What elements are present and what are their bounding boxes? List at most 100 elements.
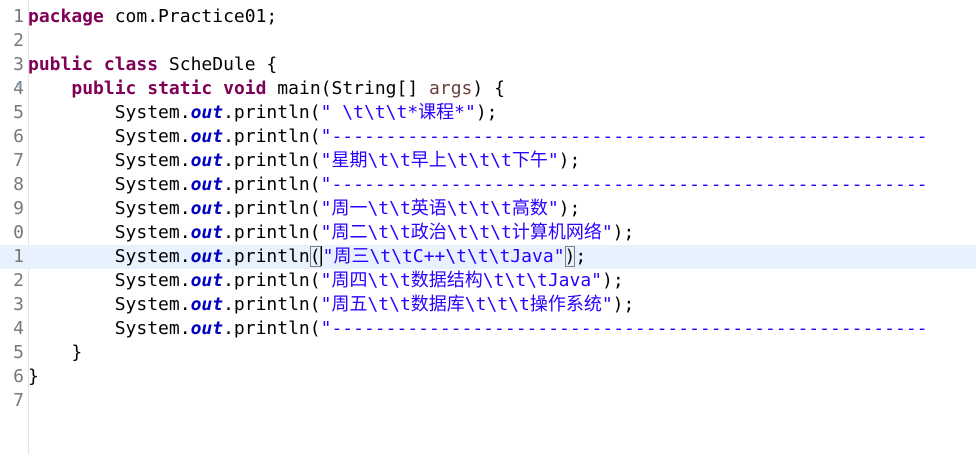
method-signature-end: ) { xyxy=(472,78,505,99)
code-text[interactable]: } xyxy=(28,365,39,389)
line-number: 7 xyxy=(13,150,24,171)
line-number: 1 xyxy=(13,246,24,267)
statement-end: ); xyxy=(602,270,624,291)
println-token: .println( xyxy=(223,318,321,339)
keyword: package xyxy=(28,6,104,27)
string-literal: "周五\t\t数据库\t\t\t操作系统" xyxy=(320,294,613,315)
code-text[interactable]: System.out.println("周一\t\t英语\t\t\t高数"); xyxy=(28,197,581,221)
out-field: out xyxy=(190,318,224,339)
code-line[interactable]: 0 System.out.println("周二\t\t政治\t\t\t计算机网… xyxy=(0,221,976,245)
string-literal: "---------------------------------------… xyxy=(320,318,928,339)
code-text[interactable]: System.out.println("星期\t\t早上\t\t\t下午"); xyxy=(28,149,581,173)
system-token: System. xyxy=(114,270,191,291)
statement-end: ); xyxy=(612,294,635,315)
system-token: System. xyxy=(114,102,191,123)
string-literal: "周一\t\t英语\t\t\t高数" xyxy=(320,198,559,219)
code-line[interactable]: 5 System.out.println(" \t\t\t*课程*"); xyxy=(0,101,976,125)
keyword: public xyxy=(28,54,94,75)
code-text[interactable]: System.out.println("--------------------… xyxy=(28,125,928,149)
line-number: 9 xyxy=(13,198,24,219)
statement-end: ); xyxy=(612,222,635,243)
out-field: out xyxy=(190,102,224,123)
system-token: System. xyxy=(114,126,191,147)
println-token: .println( xyxy=(223,102,321,123)
code-text[interactable]: System.out.println("周五\t\t数据库\t\t\t操作系统"… xyxy=(28,293,635,317)
code-text[interactable]: System.out.println("--------------------… xyxy=(28,173,928,197)
system-token: System. xyxy=(114,246,191,267)
line-number: 3 xyxy=(13,54,24,75)
string-literal: "周四\t\t数据结构\t\t\tJava" xyxy=(320,270,603,291)
println-token: .println( xyxy=(223,174,321,195)
string-literal: "---------------------------------------… xyxy=(320,174,928,195)
code-line[interactable]: 4 ⊖ public static void main(String[] arg… xyxy=(0,77,976,101)
line-number: 3 xyxy=(13,294,24,315)
code-line[interactable]: 6 } xyxy=(0,365,976,389)
code-text[interactable]: package com.Practice01; xyxy=(28,5,277,29)
string-literal: " \t\t\t*课程*" xyxy=(320,102,476,123)
code-line[interactable]: 2 xyxy=(0,29,976,53)
code-line[interactable]: 2 System.out.println("周四\t\t数据结构\t\t\tJa… xyxy=(0,269,976,293)
println-token: .println( xyxy=(223,150,321,171)
code-line-current[interactable]: 1 System.out.println("周三\t\tC++\t\t\tJav… xyxy=(0,245,976,269)
code-editor[interactable]: 1 package com.Practice01; 2 3 public cla… xyxy=(0,5,976,413)
line-number: 5 xyxy=(13,342,24,363)
line-number: 2 xyxy=(13,30,24,51)
code-line[interactable]: 8 System.out.println("------------------… xyxy=(0,173,976,197)
closing-brace: } xyxy=(71,342,83,363)
line-number: 6 xyxy=(13,126,24,147)
println-token: .println( xyxy=(223,246,321,267)
class-name: ScheDule { xyxy=(158,54,278,75)
line-number: 4 xyxy=(13,318,24,339)
code-text[interactable]: public class ScheDule { xyxy=(28,53,277,77)
code-text[interactable]: System.out.println("周三\t\tC++\t\t\tJava"… xyxy=(28,245,586,269)
code-line[interactable]: 3 System.out.println("周五\t\t数据库\t\t\t操作系… xyxy=(0,293,976,317)
out-field: out xyxy=(190,270,224,291)
code-line[interactable]: 4 System.out.println("------------------… xyxy=(0,317,976,341)
println-token: .println( xyxy=(223,294,321,315)
line-number: 2 xyxy=(13,270,24,291)
out-field: out xyxy=(190,294,224,315)
keyword: public xyxy=(71,78,137,99)
line-number: 1 xyxy=(13,6,24,27)
line-number: 6 xyxy=(13,366,24,387)
code-line[interactable]: 1 package com.Practice01; xyxy=(0,5,976,29)
code-line[interactable]: 5 } xyxy=(0,341,976,365)
code-text[interactable]: public static void main(String[] args) { xyxy=(28,77,505,101)
line-number: 5 xyxy=(13,102,24,123)
method-signature: main(String[] xyxy=(266,78,430,99)
code-line[interactable]: 7 xyxy=(0,389,976,413)
code-line[interactable]: 6 System.out.println("------------------… xyxy=(0,125,976,149)
code-text[interactable]: System.out.println(" \t\t\t*课程*"); xyxy=(28,101,498,125)
println-token: .println( xyxy=(223,270,321,291)
code-text[interactable]: System.out.println("周二\t\t政治\t\t\t计算机网络"… xyxy=(28,221,635,245)
line-number: 0 xyxy=(13,222,24,243)
code-line[interactable]: 7 System.out.println("星期\t\t早上\t\t\t下午")… xyxy=(0,149,976,173)
println-token: .println( xyxy=(223,222,321,243)
system-token: System. xyxy=(114,318,191,339)
out-field: out xyxy=(190,222,224,243)
fold-collapse-icon[interactable]: ⊖ xyxy=(16,81,22,91)
code-line[interactable]: 3 public class ScheDule { xyxy=(0,53,976,77)
code-text[interactable]: System.out.println("--------------------… xyxy=(28,317,928,341)
out-field: out xyxy=(190,174,224,195)
string-literal: "周二\t\t政治\t\t\t计算机网络" xyxy=(320,222,613,243)
keyword: void xyxy=(223,78,267,99)
line-number: 7 xyxy=(13,390,24,411)
statement-end: ); xyxy=(558,198,581,219)
out-field: out xyxy=(190,126,224,147)
string-literal: "周三\t\tC++\t\t\tJava" xyxy=(322,246,565,267)
matching-bracket-open: ( xyxy=(309,246,321,267)
system-token: System. xyxy=(114,174,191,195)
system-token: System. xyxy=(114,198,191,219)
system-token: System. xyxy=(114,222,191,243)
keyword: class xyxy=(103,54,159,75)
parameter: args xyxy=(429,78,473,99)
code-text[interactable]: } xyxy=(28,341,82,365)
out-field: out xyxy=(190,246,224,267)
system-token: System. xyxy=(114,150,191,171)
string-literal: "---------------------------------------… xyxy=(320,126,928,147)
system-token: System. xyxy=(114,294,191,315)
code-text[interactable]: System.out.println("周四\t\t数据结构\t\t\tJava… xyxy=(28,269,624,293)
keyword: static xyxy=(147,78,213,99)
code-line[interactable]: 9 System.out.println("周一\t\t英语\t\t\t高数")… xyxy=(0,197,976,221)
